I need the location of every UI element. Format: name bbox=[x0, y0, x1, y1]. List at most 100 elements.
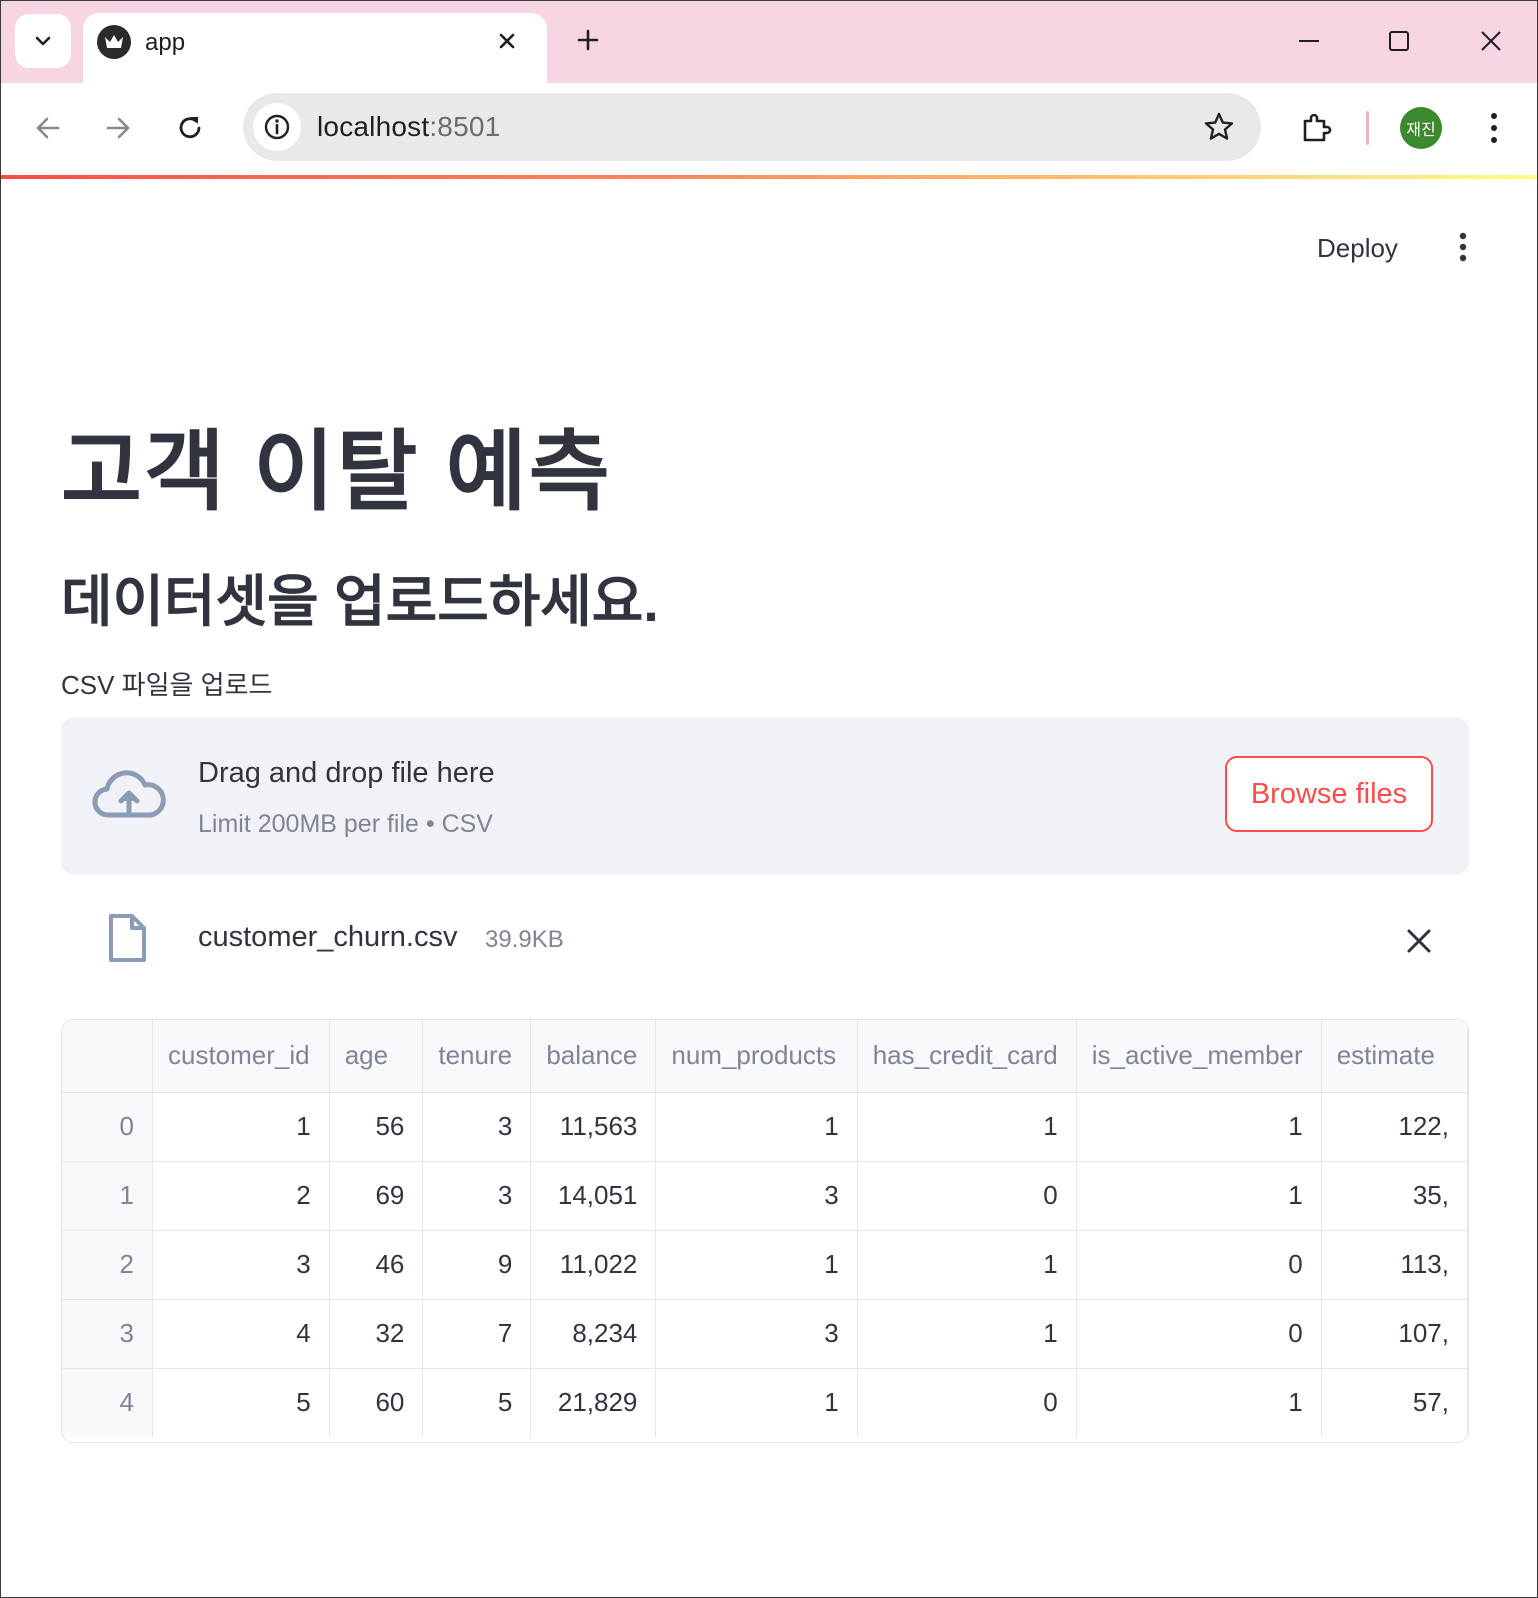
dataframe[interactable]: customer_id age tenure balance num_produ… bbox=[61, 1019, 1469, 1443]
info-icon bbox=[264, 114, 290, 140]
arrow-left-icon bbox=[36, 117, 60, 139]
browser-window: app localhost:8501 재진 Deploy 고객 이탈 예측 데이… bbox=[0, 0, 1538, 1598]
table-cell[interactable]: 56 bbox=[329, 1092, 424, 1162]
page-title: 고객 이탈 예측 bbox=[61, 422, 612, 521]
window-close-button[interactable] bbox=[1471, 21, 1511, 61]
table-row: 0 1 56 3 11,563 1 1 1 122, bbox=[62, 1092, 1468, 1162]
uploaded-file: customer_churn.csv 39.9KB bbox=[61, 899, 1469, 979]
column-header-age[interactable]: age bbox=[329, 1020, 424, 1093]
bookmark-button[interactable] bbox=[1199, 107, 1239, 147]
url-text: localhost:8501 bbox=[317, 111, 500, 143]
file-dropzone[interactable]: Drag and drop file here Limit 200MB per … bbox=[61, 717, 1469, 875]
table-row: 1 2 69 3 14,051 3 0 1 35, bbox=[62, 1161, 1468, 1231]
puzzle-icon bbox=[1303, 113, 1332, 142]
table-cell[interactable]: 1 bbox=[655, 1368, 858, 1437]
table-cell[interactable]: 107, bbox=[1321, 1299, 1468, 1369]
tab-close-button[interactable] bbox=[491, 25, 523, 57]
table-header-row: customer_id age tenure balance num_produ… bbox=[62, 1020, 1468, 1093]
tab-search-button[interactable] bbox=[15, 14, 71, 68]
column-header-customer-id[interactable]: customer_id bbox=[152, 1020, 330, 1093]
table-cell[interactable]: 0 bbox=[1076, 1299, 1322, 1369]
column-header-is-active-member[interactable]: is_active_member bbox=[1076, 1020, 1322, 1093]
table-cell[interactable]: 0 bbox=[1076, 1230, 1322, 1300]
tab-title: app bbox=[145, 29, 186, 56]
table-cell[interactable]: 3 bbox=[422, 1161, 532, 1231]
back-button[interactable] bbox=[25, 105, 71, 151]
table-cell[interactable]: 14,051 bbox=[530, 1161, 657, 1231]
dropzone-instructions: Drag and drop file here bbox=[198, 757, 495, 789]
table-cell[interactable]: 35, bbox=[1321, 1161, 1468, 1231]
table-cell[interactable]: 57, bbox=[1321, 1368, 1468, 1437]
table-cell[interactable]: 60 bbox=[329, 1368, 424, 1437]
column-header-has-credit-card[interactable]: has_credit_card bbox=[857, 1020, 1077, 1093]
table-cell[interactable]: 0 bbox=[857, 1368, 1077, 1437]
star-icon bbox=[1204, 112, 1234, 140]
table-cell[interactable]: 69 bbox=[329, 1161, 424, 1231]
browse-files-button[interactable]: Browse files bbox=[1225, 756, 1433, 832]
maximize-icon bbox=[1389, 31, 1409, 51]
chevron-down-icon bbox=[35, 36, 51, 46]
table-cell[interactable]: 1 bbox=[1076, 1092, 1322, 1162]
tab-app[interactable]: app bbox=[83, 13, 547, 83]
table-cell[interactable]: 5 bbox=[422, 1368, 532, 1437]
app-menu-button[interactable] bbox=[1445, 227, 1481, 267]
table-cell[interactable]: 9 bbox=[422, 1230, 532, 1300]
maximize-button[interactable] bbox=[1379, 21, 1419, 61]
table-cell[interactable]: 1 bbox=[1076, 1161, 1322, 1231]
column-header-tenure[interactable]: tenure bbox=[422, 1020, 532, 1093]
remove-file-button[interactable] bbox=[1399, 921, 1439, 961]
extensions-button[interactable] bbox=[1293, 105, 1339, 151]
table-cell[interactable]: 46 bbox=[329, 1230, 424, 1300]
column-header-num-products[interactable]: num_products bbox=[655, 1020, 858, 1093]
table-cell[interactable]: 5 bbox=[152, 1368, 330, 1437]
close-icon bbox=[499, 33, 515, 49]
table-row: 4 5 60 5 21,829 1 0 1 57, bbox=[62, 1368, 1468, 1437]
table-cell[interactable]: 2 bbox=[152, 1161, 330, 1231]
browser-menu-button[interactable] bbox=[1471, 105, 1517, 151]
url-port: :8501 bbox=[429, 111, 501, 142]
close-icon bbox=[1407, 929, 1431, 953]
table-cell[interactable]: 0 bbox=[857, 1161, 1077, 1231]
cloud-upload-icon bbox=[92, 770, 166, 818]
url-host: localhost bbox=[317, 111, 430, 142]
table-cell[interactable]: 113, bbox=[1321, 1230, 1468, 1300]
table-cell[interactable]: 4 bbox=[152, 1299, 330, 1369]
column-header-balance[interactable]: balance bbox=[530, 1020, 657, 1093]
table-cell[interactable]: 21,829 bbox=[530, 1368, 657, 1437]
table-cell[interactable]: 1 bbox=[857, 1092, 1077, 1162]
streamlit-decoration-bar bbox=[1, 175, 1537, 179]
forward-button[interactable] bbox=[95, 105, 141, 151]
more-vertical-icon bbox=[1491, 113, 1497, 143]
table-cell[interactable]: 3 bbox=[655, 1299, 858, 1369]
table-cell[interactable]: 1 bbox=[655, 1092, 858, 1162]
table-cell[interactable]: 1 bbox=[857, 1299, 1077, 1369]
table-cell[interactable]: 32 bbox=[329, 1299, 424, 1369]
new-tab-button[interactable] bbox=[571, 23, 605, 57]
table-cell[interactable]: 1 bbox=[655, 1230, 858, 1300]
plus-icon bbox=[577, 29, 599, 51]
row-index: 0 bbox=[62, 1092, 153, 1162]
table-cell[interactable]: 3 bbox=[655, 1161, 858, 1231]
table-cell[interactable]: 8,234 bbox=[530, 1299, 657, 1369]
address-bar[interactable]: localhost:8501 bbox=[243, 93, 1261, 161]
row-index: 1 bbox=[62, 1161, 153, 1231]
table-row: 3 4 32 7 8,234 3 1 0 107, bbox=[62, 1299, 1468, 1369]
table-cell[interactable]: 1 bbox=[1076, 1368, 1322, 1437]
reload-button[interactable] bbox=[167, 105, 213, 151]
column-header-estimate[interactable]: estimate bbox=[1321, 1020, 1468, 1093]
row-index: 4 bbox=[62, 1368, 153, 1437]
table-cell[interactable]: 7 bbox=[422, 1299, 532, 1369]
minimize-button[interactable] bbox=[1289, 21, 1329, 61]
table-cell[interactable]: 3 bbox=[422, 1092, 532, 1162]
table-cell[interactable]: 122, bbox=[1321, 1092, 1468, 1162]
table-cell[interactable]: 11,022 bbox=[530, 1230, 657, 1300]
profile-avatar[interactable]: 재진 bbox=[1400, 107, 1442, 149]
table-cell[interactable]: 11,563 bbox=[530, 1092, 657, 1162]
table-cell[interactable]: 3 bbox=[152, 1230, 330, 1300]
table-cell[interactable]: 1 bbox=[152, 1092, 330, 1162]
data-table: customer_id age tenure balance num_produ… bbox=[62, 1020, 1468, 1437]
table-cell[interactable]: 1 bbox=[857, 1230, 1077, 1300]
deploy-button[interactable]: Deploy bbox=[1307, 229, 1408, 268]
column-header-index[interactable] bbox=[62, 1020, 153, 1093]
site-info-button[interactable] bbox=[253, 103, 301, 151]
